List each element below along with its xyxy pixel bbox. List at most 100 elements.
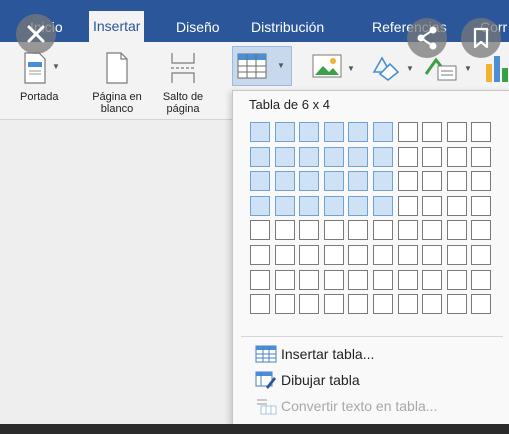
- cover-label[interactable]: Portada: [20, 91, 72, 103]
- tab-insertar[interactable]: Insertar: [89, 11, 145, 42]
- table-grid-cell[interactable]: [299, 220, 320, 241]
- table-grid-cell[interactable]: [397, 294, 418, 315]
- table-grid-cell[interactable]: [471, 122, 492, 142]
- table-grid-cell[interactable]: [323, 269, 344, 290]
- table-grid-cell[interactable]: [348, 220, 369, 241]
- table-grid-cell[interactable]: [422, 146, 443, 167]
- table-grid-cell[interactable]: [373, 122, 393, 142]
- chart-icon[interactable]: [484, 54, 509, 87]
- table-grid-cell[interactable]: [299, 146, 320, 167]
- table-button[interactable]: ▼: [232, 46, 292, 86]
- table-grid-cell[interactable]: [397, 220, 418, 241]
- smartart-icon[interactable]: [424, 54, 458, 87]
- picture-dropdown-arrow[interactable]: ▼: [347, 64, 355, 73]
- table-grid-cell[interactable]: [299, 245, 320, 265]
- table-grid-cell[interactable]: [250, 171, 270, 192]
- table-grid-cell[interactable]: [446, 195, 467, 216]
- table-grid-cell[interactable]: [348, 146, 369, 167]
- table-grid-cell[interactable]: [250, 294, 270, 315]
- table-grid-cell[interactable]: [422, 245, 443, 265]
- table-grid-cell[interactable]: [348, 171, 369, 192]
- table-grid-cell[interactable]: [373, 171, 393, 192]
- table-grid-cell[interactable]: [348, 195, 369, 216]
- table-grid-cell[interactable]: [373, 245, 393, 265]
- table-grid-cell[interactable]: [446, 122, 467, 142]
- table-grid-cell[interactable]: [471, 294, 492, 315]
- table-grid-cell[interactable]: [299, 195, 320, 216]
- table-grid-cell[interactable]: [274, 245, 295, 265]
- table-grid-cell[interactable]: [274, 171, 295, 192]
- table-grid-cell[interactable]: [471, 269, 492, 290]
- table-grid-cell[interactable]: [323, 220, 344, 241]
- table-grid-cell[interactable]: [471, 171, 492, 192]
- convert-text-menu-item[interactable]: Convertir texto en tabla...: [255, 395, 437, 417]
- table-grid-cell[interactable]: [323, 294, 344, 315]
- draw-table-menu-item[interactable]: Dibujar tabla: [255, 369, 360, 391]
- table-grid-cell[interactable]: [348, 122, 369, 142]
- table-grid-cell[interactable]: [397, 171, 418, 192]
- page-break-label[interactable]: Salto de página: [152, 91, 214, 115]
- table-grid-cell[interactable]: [422, 220, 443, 241]
- table-grid-cell[interactable]: [422, 195, 443, 216]
- picture-icon[interactable]: [312, 54, 342, 83]
- table-grid-cell[interactable]: [446, 294, 467, 315]
- table-grid-cell[interactable]: [274, 220, 295, 241]
- table-grid-cell[interactable]: [422, 269, 443, 290]
- share-overlay-button[interactable]: [407, 18, 447, 58]
- table-grid-cell[interactable]: [471, 195, 492, 216]
- page-break-icon[interactable]: [170, 52, 196, 89]
- table-grid-cell[interactable]: [250, 245, 270, 265]
- blank-page-icon[interactable]: [105, 52, 129, 89]
- table-grid-cell[interactable]: [446, 220, 467, 241]
- table-grid-cell[interactable]: [323, 245, 344, 265]
- table-grid-cell[interactable]: [274, 122, 295, 142]
- table-grid-cell[interactable]: [471, 220, 492, 241]
- table-grid-cell[interactable]: [323, 171, 344, 192]
- table-grid-cell[interactable]: [323, 146, 344, 167]
- table-grid-cell[interactable]: [446, 146, 467, 167]
- table-grid-cell[interactable]: [373, 195, 393, 216]
- table-grid-cell[interactable]: [373, 294, 393, 315]
- table-grid-cell[interactable]: [397, 245, 418, 265]
- table-grid-cell[interactable]: [446, 245, 467, 265]
- table-grid-cell[interactable]: [274, 195, 295, 216]
- table-grid-cell[interactable]: [299, 294, 320, 315]
- table-grid-cell[interactable]: [299, 122, 320, 142]
- tab-diseno[interactable]: Diseño: [176, 12, 220, 42]
- table-grid-cell[interactable]: [348, 245, 369, 265]
- tab-distribucion[interactable]: Distribución: [251, 12, 324, 42]
- table-grid-cell[interactable]: [323, 122, 344, 142]
- table-grid-cell[interactable]: [373, 220, 393, 241]
- table-grid-cell[interactable]: [250, 220, 270, 241]
- smartart-dropdown-arrow[interactable]: ▼: [464, 64, 472, 73]
- table-grid-cell[interactable]: [422, 294, 443, 315]
- shapes-dropdown-arrow[interactable]: ▼: [406, 64, 414, 73]
- table-grid-cell[interactable]: [348, 294, 369, 315]
- table-grid-cell[interactable]: [299, 171, 320, 192]
- table-grid-cell[interactable]: [373, 146, 393, 167]
- table-grid-cell[interactable]: [299, 269, 320, 290]
- table-grid-cell[interactable]: [373, 269, 393, 290]
- table-grid-cell[interactable]: [274, 269, 295, 290]
- blank-page-label[interactable]: Página en blanco: [86, 91, 148, 115]
- table-grid-cell[interactable]: [397, 269, 418, 290]
- table-grid-cell[interactable]: [250, 269, 270, 290]
- table-grid-cell[interactable]: [471, 146, 492, 167]
- close-overlay-button[interactable]: [16, 14, 56, 54]
- table-grid-cell[interactable]: [422, 122, 443, 142]
- table-grid-cell[interactable]: [446, 269, 467, 290]
- table-grid-cell[interactable]: [323, 195, 344, 216]
- table-grid-cell[interactable]: [422, 171, 443, 192]
- cover-dropdown-arrow[interactable]: ▼: [52, 62, 60, 71]
- shapes-icon[interactable]: [368, 52, 402, 87]
- table-grid-cell[interactable]: [446, 171, 467, 192]
- table-grid-cell[interactable]: [274, 294, 295, 315]
- table-grid-cell[interactable]: [274, 146, 295, 167]
- bookmark-overlay-button[interactable]: [461, 18, 501, 58]
- cover-page-icon[interactable]: [23, 52, 47, 89]
- table-grid-cell[interactable]: [250, 122, 270, 142]
- table-grid-cell[interactable]: [397, 122, 418, 142]
- table-grid-cell[interactable]: [397, 146, 418, 167]
- table-grid-cell[interactable]: [348, 269, 369, 290]
- table-grid-cell[interactable]: [471, 245, 492, 265]
